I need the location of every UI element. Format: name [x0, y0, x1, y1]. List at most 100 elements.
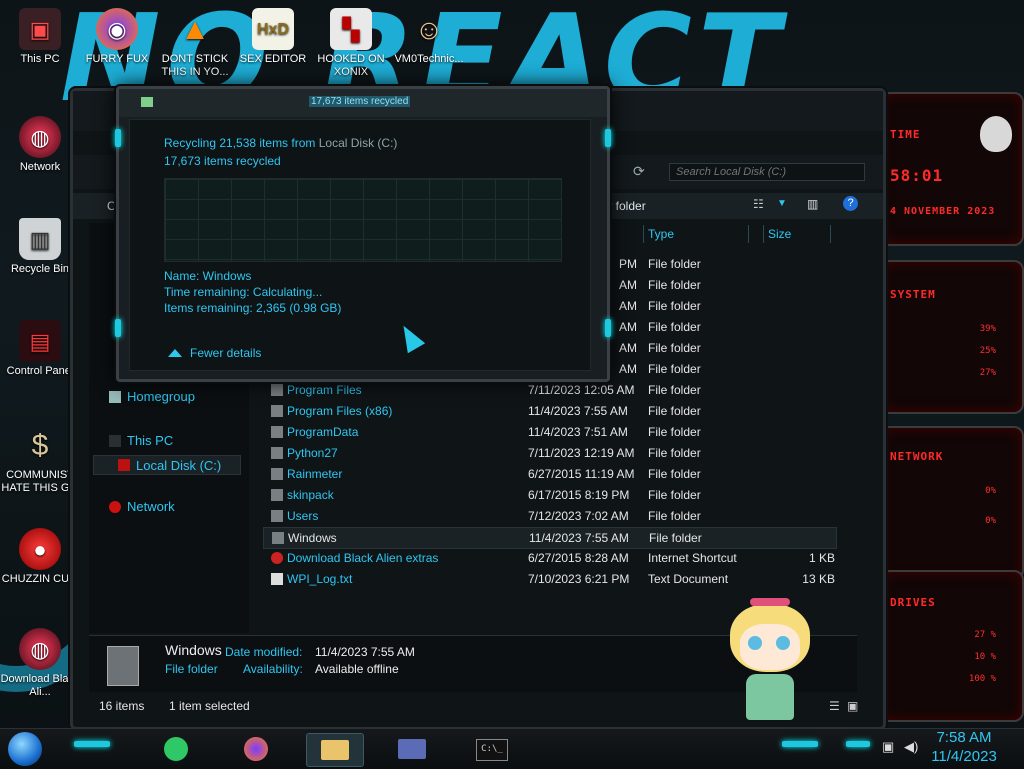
- view-options-icon[interactable]: ☷: [753, 197, 764, 211]
- desktop-icon-network[interactable]: ◍ Network: [0, 116, 80, 174]
- drive-icon: [118, 459, 130, 471]
- text-document-icon: [271, 573, 283, 585]
- money-bag-icon: $: [31, 428, 49, 462]
- folder-icon: [321, 740, 349, 760]
- table-row[interactable]: skinpack 6/17/2015 8:19 PM File folder: [263, 485, 835, 505]
- frame-accent: [605, 319, 611, 337]
- desktop-icon-download-black-alien[interactable]: ◍ Download Black Ali...: [0, 628, 80, 699]
- taskbar-accent: [782, 741, 818, 747]
- source-drive-link[interactable]: Local Disk (C:): [319, 136, 398, 150]
- details-date-label: Date modified:: [225, 645, 303, 659]
- preview-pane-icon[interactable]: ▥: [807, 197, 818, 211]
- nav-item-local-disk[interactable]: Local Disk (C:): [93, 455, 241, 475]
- status-selected: 1 item selected: [169, 699, 250, 713]
- folder-icon: [271, 384, 283, 396]
- rainmeter-system-block: SYSTEM 39% 25% 27%: [880, 260, 1024, 414]
- taskbar-control-panel[interactable]: [384, 733, 440, 765]
- folder-icon: [271, 405, 283, 417]
- column-header-size[interactable]: Size: [763, 225, 831, 243]
- dialog-item-name: Name: Windows: [164, 269, 252, 283]
- desktop-icon-dont-stick[interactable]: ▲ DONT STICK THIS IN YO...: [155, 8, 235, 79]
- network-globe-icon: ◍: [19, 116, 61, 158]
- folder-icon: [271, 426, 283, 438]
- folder-icon: [271, 447, 283, 459]
- column-header-type[interactable]: Type: [643, 225, 749, 243]
- folder-icon: [271, 468, 283, 480]
- nav-item-network[interactable]: Network: [109, 499, 175, 514]
- details-availability-label: Availability:: [243, 662, 303, 676]
- volume-tray-icon[interactable]: ◀): [904, 739, 918, 755]
- search-input[interactable]: [669, 163, 865, 181]
- chevron-up-icon: [168, 349, 182, 357]
- table-row[interactable]: Users 7/12/2023 7:02 AM File folder: [263, 506, 835, 526]
- control-panel-icon: ▤: [19, 320, 61, 362]
- firefox-icon: [244, 737, 268, 761]
- table-row[interactable]: WPI_Log.txt 7/10/2023 6:21 PM Text Docum…: [263, 569, 835, 589]
- table-row-selected[interactable]: Windows 11/4/2023 7:55 AM File folder: [263, 527, 837, 549]
- desktop-icon-furry-fux[interactable]: ◉ FURRY FUX: [77, 8, 157, 66]
- taskbar-file-explorer[interactable]: [306, 733, 364, 767]
- rainmeter-panel: TIME 58:01 4 NOVEMBER 2023 SYSTEM 39% 25…: [880, 92, 1024, 722]
- rainmeter-network-block: NETWORK 0% 0%: [880, 426, 1024, 580]
- recycle-bin-icon: ▥: [19, 218, 61, 260]
- desktop-icon-chuzzin-cum[interactable]: ● CHUZZIN CUM: [0, 528, 80, 586]
- dialog-title-bar[interactable]: 17,673 items recycled: [119, 89, 607, 117]
- table-row[interactable]: ProgramData 11/4/2023 7:51 AM File folde…: [263, 422, 835, 442]
- desktop-icon-control-panel[interactable]: ▤ Control Panel: [0, 320, 80, 378]
- dialog-status-line: Recycling 21,538 items from Local Disk (…: [164, 136, 398, 150]
- table-row[interactable]: Download Black Alien extras 6/27/2015 8:…: [263, 548, 835, 568]
- nav-item-this-pc[interactable]: This PC: [109, 433, 173, 448]
- dialog-time-remaining: Time remaining: Calculating...: [164, 285, 323, 299]
- black-alien-globe-icon: ◍: [19, 628, 61, 670]
- desktop-icon-recycle-bin[interactable]: ▥ Recycle Bin: [0, 218, 80, 276]
- folder-icon: [271, 510, 283, 522]
- technician-person-icon: ☺: [414, 13, 444, 45]
- xonix-game-icon: ▚: [330, 8, 372, 50]
- nav-item-homegroup[interactable]: Homegroup: [109, 389, 195, 404]
- start-button[interactable]: [8, 732, 42, 766]
- fewer-details-button[interactable]: Fewer details: [168, 346, 261, 360]
- folder-thumbnail-icon: [107, 646, 139, 686]
- desktop-icon-this-pc[interactable]: ▣ This PC: [0, 8, 80, 66]
- details-name: Windows: [165, 642, 222, 658]
- help-icon[interactable]: ?: [843, 196, 858, 211]
- table-row[interactable]: Python27 7/11/2023 12:19 AM File folder: [263, 443, 835, 463]
- recycle-progress-dialog: 17,673 items recycled Recycling 21,538 i…: [115, 86, 611, 382]
- taskbar-notes-app[interactable]: [150, 733, 206, 765]
- taskbar-command-prompt[interactable]: C:\_: [464, 733, 520, 765]
- command-prompt-icon: C:\_: [476, 739, 508, 761]
- dialog-items-remaining: Items remaining: 2,365 (0.98 GB): [164, 301, 342, 315]
- folder-icon: [271, 489, 283, 501]
- rainmeter-drives-block: DRIVES 27 % 10 % 100 %: [880, 570, 1024, 722]
- desktop-icon-communist[interactable]: $ COMMUNIST HATE THIS G...: [0, 424, 80, 495]
- recycle-icon: [141, 97, 153, 107]
- view-dropdown-icon[interactable]: ▼: [777, 198, 787, 209]
- computer-icon: ▣: [19, 8, 61, 50]
- network-icon: [109, 500, 121, 513]
- refresh-icon[interactable]: ⟳: [633, 163, 645, 180]
- large-icons-view-icon[interactable]: ▣: [847, 695, 858, 717]
- clock-time[interactable]: 7:58 AM: [924, 729, 1004, 746]
- status-item-count: 16 items: [99, 699, 145, 713]
- notes-app-icon: [164, 737, 188, 761]
- network-tray-icon[interactable]: ▣: [882, 739, 894, 755]
- folder-icon: [272, 532, 284, 544]
- table-row[interactable]: Rainmeter 6/27/2015 11:19 AM File folder: [263, 464, 835, 484]
- taskbar-firefox[interactable]: [230, 733, 286, 765]
- hxd-editor-icon: HxD: [252, 8, 294, 50]
- this-pc-icon: [109, 434, 121, 447]
- desktop-icon-vm0technic[interactable]: ☺ VM0Technic...: [389, 8, 469, 66]
- details-type: File folder: [165, 662, 218, 676]
- frame-accent: [115, 129, 121, 147]
- details-view-icon[interactable]: ☰: [829, 695, 840, 717]
- clock-date[interactable]: 11/4/2023: [924, 748, 1004, 765]
- dialog-content: Recycling 21,538 items from Local Disk (…: [129, 119, 591, 371]
- speed-graph: [164, 178, 562, 262]
- mouse-cursor-icon: [394, 320, 426, 354]
- details-date-value: 11/4/2023 7:55 AM: [315, 645, 415, 659]
- rainmeter-time-block: TIME 58:01 4 NOVEMBER 2023: [880, 92, 1024, 246]
- desktop-icon-sex-editor[interactable]: HxD SEX EDITOR: [233, 8, 313, 66]
- table-row[interactable]: Program Files 7/11/2023 12:05 AM File fo…: [263, 380, 835, 400]
- desktop-icon-hooked-on-xonix[interactable]: ▚ HOOKED ON XONIX: [311, 8, 391, 79]
- table-row[interactable]: Program Files (x86) 11/4/2023 7:55 AM Fi…: [263, 401, 835, 421]
